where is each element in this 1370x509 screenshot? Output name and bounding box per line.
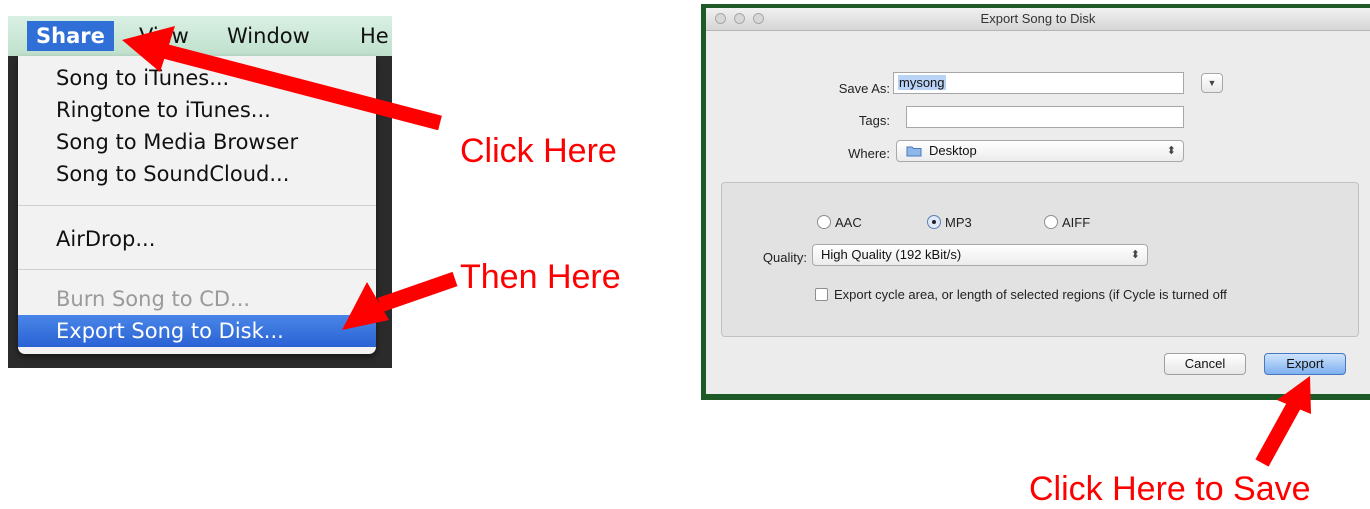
arrow-to-export-item xyxy=(342,271,458,330)
annotation-then-here: Then Here xyxy=(460,258,621,296)
annotation-arrows xyxy=(122,26,1311,467)
arrow-to-share-menu xyxy=(122,26,442,131)
annotation-click-here: Click Here xyxy=(460,132,617,170)
arrow-to-export-button xyxy=(1255,376,1311,467)
annotation-click-here-to-save: Click Here to Save xyxy=(1029,470,1311,508)
